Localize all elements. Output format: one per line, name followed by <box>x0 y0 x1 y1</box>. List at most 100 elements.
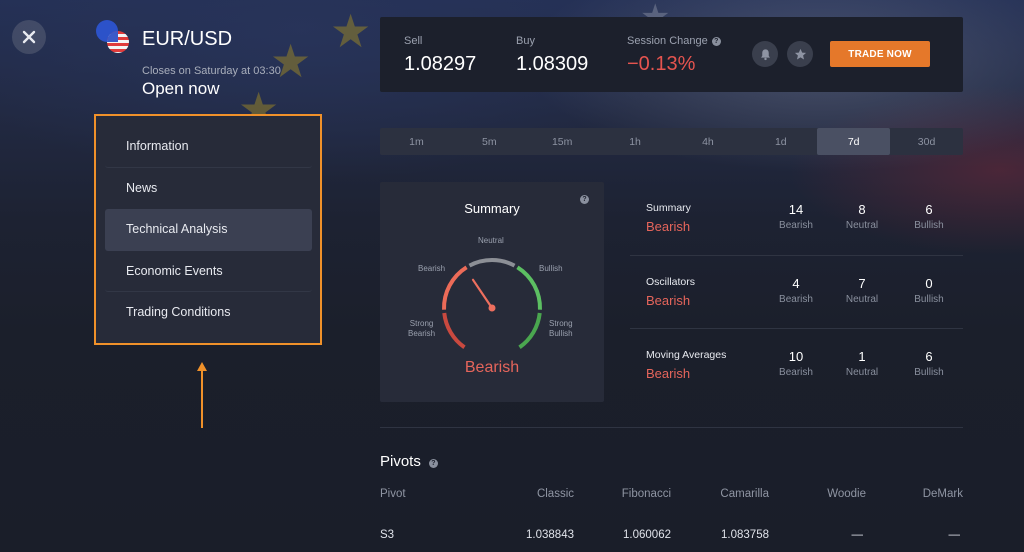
help-icon[interactable]: ? <box>428 459 438 468</box>
trade-now-button[interactable]: TRADE NOW <box>830 41 930 67</box>
neutral-count: 1 <box>858 349 866 364</box>
quote-panel: Sell 1.08297 Buy 1.08309 Session Change?… <box>380 17 963 92</box>
bullish-count-cell: 0 Bullish <box>899 276 959 305</box>
bearish-count: 14 <box>788 202 804 217</box>
bullish-count-cell: 6 Bullish <box>899 202 959 231</box>
indicators-table: Summary Bearish 14 Bearish 8 Neutral 6 Bull… <box>630 182 963 403</box>
gauge-label-neutral: Neutral <box>478 236 504 245</box>
indicator-row-moving-averages: Moving Averages Bearish 10 Bearish 1 Neutr… <box>630 329 963 403</box>
sidebar-item-label: Economic Events <box>126 263 223 278</box>
currency-pair-flags-icon <box>96 20 132 56</box>
table-cell: S3 <box>380 529 395 541</box>
bullish-count-cell: 6 Bullish <box>899 349 959 378</box>
gauge-arc-bearish <box>442 265 468 310</box>
timeframe-selector: 1m 5m 15m 1h 4h 1d 7d 30d <box>380 128 963 155</box>
bullish-caption: Bullish <box>914 367 944 378</box>
annotation-arrow-up-icon <box>197 362 207 428</box>
gauge-needle-pivot <box>488 304 496 312</box>
sidebar-item-technical-analysis[interactable]: Technical Analysis <box>105 209 312 251</box>
bearish-count: 4 <box>792 275 800 291</box>
gauge-label-strong-bearish: Strong Bearish <box>408 319 436 338</box>
column-header: Camarilla <box>720 488 769 500</box>
bell-icon <box>760 48 770 60</box>
us-flag-icon <box>107 31 129 53</box>
gauge-label-bearish: Bearish <box>418 264 446 273</box>
pivots-title-text: Pivots <box>380 453 421 470</box>
timeframe-tab[interactable]: 1d <box>744 128 817 155</box>
sidebar-item-news[interactable]: News <box>105 168 312 210</box>
price-alert-button[interactable] <box>752 41 778 67</box>
gauge-label-bullish: Bullish <box>539 264 563 273</box>
gauge-arc-neutral <box>468 258 516 268</box>
gauge-title: Summary <box>464 201 520 216</box>
summary-gauge-card: Summary ? Neutral Bearish Bullish Strong… <box>380 182 604 402</box>
pivots-table-header: Pivot Classic Fibonacci Camarilla Woodie… <box>380 488 963 504</box>
close-icon <box>22 30 36 44</box>
bearish-count: 10 <box>788 349 804 364</box>
gauge-arc-strong-bearish <box>442 312 466 349</box>
neutral-count: 7 <box>858 275 866 291</box>
favorite-button[interactable] <box>787 41 813 67</box>
timeframe-tab-active[interactable]: 7d <box>817 128 891 155</box>
indicator-name: Summary <box>646 202 691 214</box>
table-cell: 1.083758 <box>721 529 769 541</box>
sidebar-item-information[interactable]: Information <box>105 126 312 168</box>
gauge-result: Bearish <box>464 359 520 376</box>
indicator-verdict: Bearish <box>646 292 691 308</box>
close-button[interactable] <box>12 20 46 54</box>
timeframe-tab[interactable]: 5m <box>453 128 526 155</box>
bullish-caption: Bullish <box>914 220 944 231</box>
sidebar-item-label: News <box>126 180 158 195</box>
gauge-arc-strong-bullish <box>518 312 542 349</box>
bearish-count-cell: 10 Bearish <box>766 349 826 378</box>
table-row: S3 1.038843 1.060062 1.083758 — — <box>380 529 963 545</box>
indicator-verdict: Bearish <box>646 219 691 234</box>
bullish-caption: Bullish <box>914 293 944 305</box>
neutral-count-cell: 1 Neutral <box>832 349 892 378</box>
star-icon <box>794 48 806 60</box>
sidebar-item-economic-events[interactable]: Economic Events <box>105 251 312 292</box>
buy-price: 1.08309 <box>516 53 589 75</box>
closing-time: Closes on Saturday at 03:30 <box>142 65 281 77</box>
indicator-verdict: Bearish <box>646 366 691 381</box>
indicator-row-oscillators: Oscillators Bearish 4 Bearish 7 Neutral 0 B… <box>630 256 963 329</box>
neutral-caption: Neutral <box>845 293 879 305</box>
sidebar-menu: Information News Technical Analysis Econ… <box>94 114 322 345</box>
neutral-count-cell: 7 Neutral <box>832 276 892 305</box>
timeframe-tab[interactable]: 4h <box>672 128 745 155</box>
column-header: Pivot <box>380 488 406 500</box>
neutral-count: 8 <box>858 202 866 217</box>
timeframe-tab[interactable]: 30d <box>890 128 963 155</box>
column-header: Woodie <box>827 488 866 500</box>
gauge-arc-bullish <box>516 265 542 310</box>
sell-price: 1.08297 <box>404 53 477 75</box>
sidebar-item-label: Technical Analysis <box>126 222 228 237</box>
neutral-count-cell: 8 Neutral <box>832 202 892 231</box>
neutral-caption: Neutral <box>845 220 879 231</box>
table-cell: 1.038843 <box>526 529 574 541</box>
timeframe-tab[interactable]: 1h <box>599 128 672 155</box>
buy-label: Buy <box>516 35 535 47</box>
sidebar-item-label: Information <box>126 139 189 154</box>
asset-name: EUR/USD <box>142 28 233 50</box>
neutral-caption: Neutral <box>845 367 879 378</box>
pivots-title: Pivots? <box>380 453 438 470</box>
sidebar-item-label: Trading Conditions <box>126 305 231 320</box>
section-divider <box>380 427 963 428</box>
sidebar-item-trading-conditions[interactable]: Trading Conditions <box>105 292 312 334</box>
gauge-label-strong-bullish: Strong Bullish <box>549 319 573 338</box>
indicator-row-summary: Summary Bearish 14 Bearish 8 Neutral 6 Bull… <box>630 182 963 256</box>
session-change-label-text: Session Change <box>627 35 708 47</box>
help-icon[interactable]: ? <box>580 195 589 204</box>
gauge-needle <box>471 278 494 310</box>
column-header: Classic <box>536 488 574 500</box>
help-icon[interactable]: ? <box>711 37 721 46</box>
timeframe-tab[interactable]: 15m <box>526 128 599 155</box>
indicator-name: Moving Averages <box>646 349 727 361</box>
session-change-label: Session Change? <box>627 35 721 47</box>
bearish-count-cell: 4 Bearish <box>766 276 826 305</box>
bearish-caption: Bearish <box>779 293 813 305</box>
column-header: Fibonacci <box>621 488 671 500</box>
session-change-value: −0.13% <box>627 53 696 75</box>
timeframe-tab[interactable]: 1m <box>380 128 453 155</box>
